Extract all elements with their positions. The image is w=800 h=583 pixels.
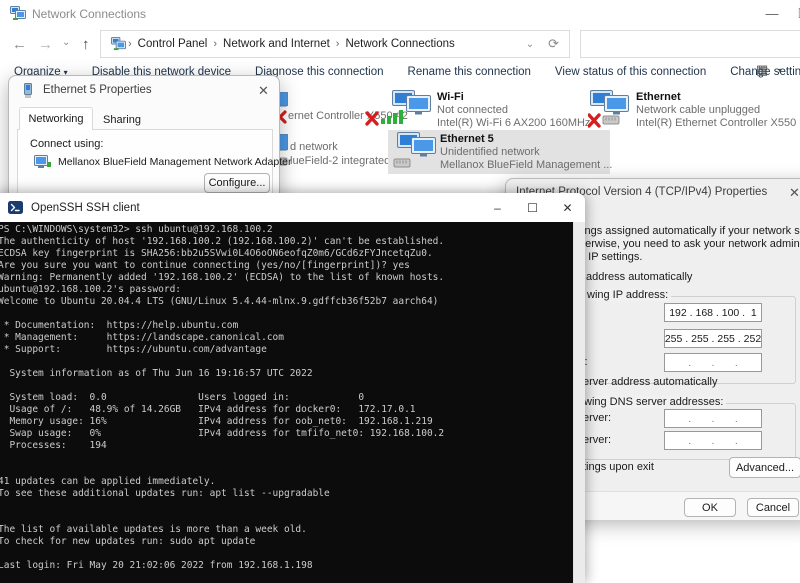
maximize-button[interactable]: ❐	[789, 6, 800, 22]
ethernet-unplugged-icon	[588, 90, 632, 133]
obtain-ip-radio-label-fragment[interactable]: address automatically	[586, 271, 692, 283]
alternate-dns-label-fragment: erver:	[583, 434, 611, 446]
search-input[interactable]	[581, 31, 800, 57]
back-button[interactable]: ←	[12, 36, 27, 53]
intro-text-fragment: tings assigned automatically if your net…	[579, 225, 800, 237]
use-ip-radio-label-fragment[interactable]: wing IP address:	[584, 289, 671, 301]
connect-using-label: Connect using:	[30, 138, 103, 150]
connection-item-ethernet[interactable]: Ethernet Network cable unplugged Intel(R…	[588, 90, 800, 128]
connection-device: Intel(R) Wi-Fi 6 AX200 160MHz	[437, 117, 590, 130]
hidden-connection-device-fragment: lueField-2 integrated ...	[290, 155, 403, 167]
connection-status: Not connected	[437, 104, 590, 117]
minimize-button[interactable]: —	[757, 6, 787, 21]
connection-item-wifi[interactable]: Wi-Fi Not connected Intel(R) Wi-Fi 6 AX2…	[365, 90, 600, 128]
search-box	[580, 30, 800, 58]
window-title: Network Connections	[32, 7, 146, 21]
signal-bars-icon	[381, 110, 403, 124]
openssh-terminal-window: OpenSSH SSH client – ☐ ✕ PS C:\WINDOWS\s…	[0, 193, 585, 583]
terminal-scrollbar[interactable]	[573, 222, 585, 583]
adapter-name[interactable]: Mellanox BlueField Management Network Ad…	[58, 156, 291, 168]
tab-sharing[interactable]: Sharing	[95, 109, 149, 130]
breadcrumb: › Control Panel › Network and Internet ›…	[100, 30, 570, 58]
refresh-icon[interactable]: ⟳	[536, 36, 569, 52]
ok-button[interactable]: OK	[684, 498, 736, 517]
terminal-output[interactable]: PS C:\WINDOWS\system32> ssh ubuntu@192.1…	[0, 222, 573, 583]
intro-text-fragment: herwise, you need to ask your network ad…	[579, 238, 800, 250]
view-status-command[interactable]: View status of this connection	[555, 66, 706, 78]
terminal-title: OpenSSH SSH client	[31, 202, 140, 214]
network-connections-icon	[10, 6, 26, 26]
adapter-icon	[34, 154, 52, 174]
view-mode-caret-icon[interactable]: ▾	[778, 66, 782, 75]
breadcrumb-network-and-internet[interactable]: Network and Internet	[219, 38, 334, 50]
breadcrumb-location-icon	[111, 37, 126, 51]
connection-name: Ethernet 5	[440, 133, 612, 146]
connection-status: Network cable unplugged	[636, 104, 796, 117]
connection-name: Ethernet	[636, 91, 796, 104]
terminal-close-button[interactable]: ✕	[550, 193, 585, 222]
powershell-icon	[8, 201, 23, 214]
hidden-connection-status-fragment: d network	[290, 141, 338, 153]
ethernet-adapter-icon	[393, 132, 439, 177]
wifi-adapter-icon	[365, 90, 431, 131]
ip-address-field[interactable]: 192 . 168 . 100 . 1	[664, 303, 762, 322]
intro-text-fragment: e IP settings.	[579, 251, 642, 263]
close-icon[interactable]: ✕	[789, 185, 800, 201]
dialog-title: Ethernet 5 Properties	[43, 84, 152, 96]
rename-connection-command[interactable]: Rename this connection	[408, 66, 531, 78]
terminal-maximize-button[interactable]: ☐	[515, 193, 550, 222]
tab-networking[interactable]: Networking	[19, 107, 93, 130]
breadcrumb-chevron: ›	[211, 38, 219, 50]
ethernet-plug-icon	[603, 116, 619, 124]
preferred-dns-label-fragment: erver:	[583, 412, 611, 424]
history-dropdown-button[interactable]: ⌄	[62, 37, 70, 48]
configure-button[interactable]: Configure...	[204, 173, 270, 193]
cancel-button[interactable]: Cancel	[747, 498, 799, 517]
breadcrumb-chevron: ›	[126, 38, 134, 50]
main-titlebar: Network Connections — ❐	[0, 0, 800, 28]
connection-status: Unidentified network	[440, 146, 612, 159]
default-gateway-field[interactable]: . . .	[664, 353, 762, 372]
connection-device: Mellanox BlueField Management ...	[440, 159, 612, 172]
breadcrumb-network-connections[interactable]: Network Connections	[341, 38, 458, 50]
ethernet-plug-icon	[394, 159, 410, 167]
subnet-mask-field[interactable]: 255 . 255 . 255 . 252	[664, 329, 762, 348]
breadcrumb-control-panel[interactable]: Control Panel	[134, 38, 212, 50]
terminal-titlebar: OpenSSH SSH client – ☐ ✕	[0, 193, 585, 222]
connection-name: Wi-Fi	[437, 91, 590, 104]
advanced-button[interactable]: Advanced...	[729, 457, 800, 478]
breadcrumb-chevron: ›	[334, 38, 342, 50]
red-x-icon	[367, 113, 377, 124]
alternate-dns-field[interactable]: . . .	[664, 431, 762, 450]
use-dns-radio-label-fragment[interactable]: wing DNS server addresses:	[581, 396, 726, 408]
terminal-minimize-button[interactable]: –	[480, 193, 515, 222]
red-x-icon	[589, 115, 599, 126]
nic-icon	[22, 83, 34, 104]
connection-device: Intel(R) Ethernet Controller X550	[636, 117, 796, 130]
terminal-text: PS C:\WINDOWS\system32> ssh ubuntu@192.1…	[0, 222, 573, 572]
preferred-dns-field[interactable]: . . .	[664, 409, 762, 428]
up-button[interactable]: ↑	[82, 36, 90, 53]
view-mode-icon[interactable]: ▦	[756, 62, 768, 78]
forward-button[interactable]: →	[38, 36, 53, 53]
obtain-dns-radio-label-fragment[interactable]: erver address automatically	[583, 376, 718, 388]
address-dropdown-button[interactable]: ⌄	[524, 39, 536, 50]
close-icon[interactable]: ✕	[258, 83, 269, 99]
connection-item-ethernet5[interactable]: Ethernet 5 Unidentified network Mellanox…	[388, 130, 610, 174]
validate-checkbox-label-fragment[interactable]: tings upon exit	[583, 461, 654, 473]
